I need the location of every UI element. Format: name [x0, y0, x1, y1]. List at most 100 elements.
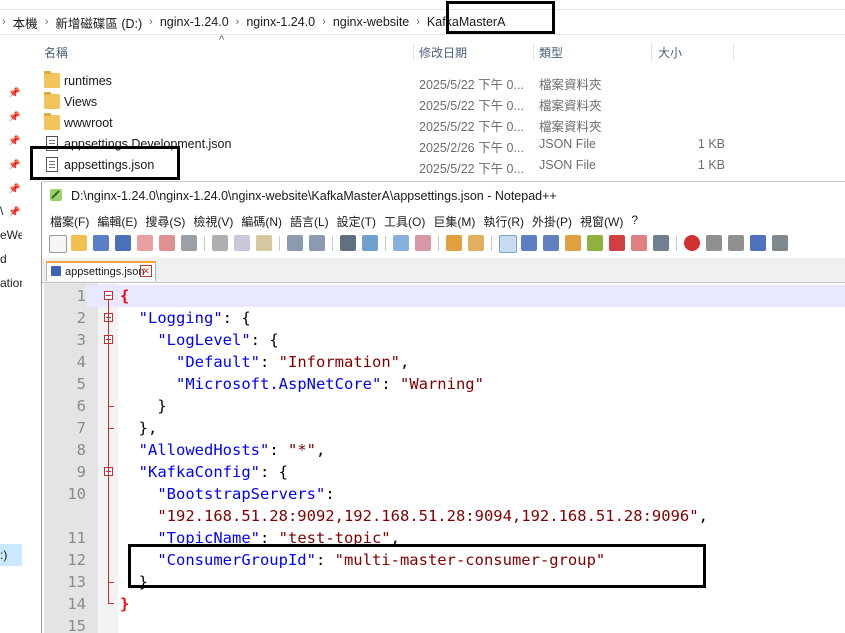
- show-all-chars-icon[interactable]: [521, 235, 537, 251]
- breadcrumb-this-pc[interactable]: 本機: [8, 13, 43, 32]
- menu-bar: 檔案(F) 編輯(E) 搜尋(S) 檢視(V) 編碼(N) 語言(L) 設定(T…: [42, 210, 845, 231]
- menu-encoding[interactable]: 編碼(N): [233, 210, 282, 231]
- breadcrumb-kafkamastera[interactable]: KafkaMasterA: [422, 15, 511, 29]
- stop-macro-icon[interactable]: [706, 235, 722, 251]
- file-row[interactable]: runtimes 2025/5/22 下午 0... 檔案資料夾: [36, 71, 845, 92]
- monitoring-icon[interactable]: [653, 235, 669, 251]
- code-line[interactable]: 2 "Logging": {: [44, 307, 845, 329]
- menu-help[interactable]: ?: [623, 210, 638, 231]
- menu-run[interactable]: 執行(R): [475, 210, 524, 231]
- play-macro-icon[interactable]: [728, 235, 744, 251]
- code-line[interactable]: 7 },: [44, 417, 845, 439]
- replace-icon[interactable]: [362, 235, 378, 251]
- menu-settings[interactable]: 設定(T): [329, 210, 376, 231]
- column-divider[interactable]: [413, 42, 414, 62]
- function-list-icon[interactable]: [609, 235, 625, 251]
- nav-item-fragment[interactable]: \: [0, 204, 22, 218]
- breadcrumb-nginx-2[interactable]: nginx-1.24.0: [241, 15, 320, 29]
- find-icon[interactable]: [340, 235, 356, 251]
- code-line[interactable]: 13 }: [44, 571, 845, 593]
- column-divider[interactable]: [651, 42, 652, 62]
- new-file-icon[interactable]: [49, 235, 67, 253]
- open-file-icon[interactable]: [71, 235, 87, 251]
- column-name[interactable]: 名稱: [44, 44, 68, 61]
- code-line[interactable]: 10 "BootstrapServers":: [44, 483, 845, 505]
- file-type: JSON File: [539, 158, 596, 172]
- folder-workspace-icon[interactable]: [631, 235, 647, 251]
- save-macro-icon[interactable]: [772, 235, 788, 251]
- record-macro-icon[interactable]: [684, 235, 700, 251]
- cut-icon[interactable]: [212, 235, 228, 251]
- udl-icon[interactable]: [565, 235, 581, 251]
- file-row[interactable]: Views 2025/5/22 下午 0... 檔案資料夾: [36, 92, 845, 113]
- sync-vertical-icon[interactable]: [446, 235, 462, 251]
- file-row[interactable]: wwwroot 2025/5/22 下午 0... 檔案資料夾: [36, 113, 845, 134]
- sync-horizontal-icon[interactable]: [468, 235, 484, 251]
- close-all-icon[interactable]: [159, 235, 175, 251]
- breadcrumb-drive-d[interactable]: 新增磁碟區 (D:): [50, 13, 147, 32]
- menu-view[interactable]: 檢視(V): [185, 210, 233, 231]
- code-line[interactable]: 6 }: [44, 395, 845, 417]
- toolbar-separator: [491, 236, 492, 251]
- undo-icon[interactable]: [287, 235, 303, 251]
- copy-icon[interactable]: [234, 235, 250, 251]
- line-number: 1: [44, 285, 86, 307]
- doc-map-icon[interactable]: [587, 235, 603, 251]
- tab-appsettings-json[interactable]: appsettings.json ✕: [46, 261, 156, 281]
- column-divider[interactable]: [733, 42, 734, 62]
- line-number: [44, 505, 86, 527]
- breadcrumb-nginx-website[interactable]: nginx-website: [328, 15, 414, 29]
- notepadpp-window[interactable]: D:\nginx-1.24.0\nginx-1.24.0\nginx-websi…: [42, 182, 845, 633]
- save-icon[interactable]: [93, 235, 109, 251]
- code-line[interactable]: 11 "TopicName": "test-topic",: [44, 527, 845, 549]
- window-title-bar[interactable]: D:\nginx-1.24.0\nginx-1.24.0\nginx-websi…: [42, 182, 845, 209]
- column-date[interactable]: 修改日期: [419, 44, 467, 61]
- code-line[interactable]: 5 "Microsoft.AspNetCore": "Warning": [44, 373, 845, 395]
- file-row-appsettings[interactable]: appsettings.json 2025/5/22 下午 0... JSON …: [36, 155, 845, 176]
- code-line-wrapped[interactable]: "192.168.51.28:9092,192.168.51.28:9094,1…: [44, 505, 845, 527]
- code-line[interactable]: 12 "ConsumerGroupId": "multi-master-cons…: [44, 549, 845, 571]
- nav-item-fragment[interactable]: eWe: [0, 228, 22, 242]
- chevron-right-icon: ›: [44, 16, 49, 28]
- nav-item-fragment[interactable]: ation: [0, 276, 22, 290]
- breadcrumb-nginx-1[interactable]: nginx-1.24.0: [155, 15, 234, 29]
- menu-tools[interactable]: 工具(O): [376, 210, 425, 231]
- column-size[interactable]: 大小: [658, 44, 682, 61]
- nav-item-selected[interactable]: :): [0, 544, 22, 566]
- code-line[interactable]: 15: [44, 615, 845, 633]
- menu-window[interactable]: 視窗(W): [572, 210, 623, 231]
- address-bar[interactable]: › 本機 › 新增磁碟區 (D:) › nginx-1.24.0 › nginx…: [0, 9, 845, 35]
- code-line[interactable]: 4 "Default": "Information",: [44, 351, 845, 373]
- menu-edit[interactable]: 編輯(E): [89, 210, 137, 231]
- fold-guide: [108, 582, 114, 583]
- menu-macro[interactable]: 巨集(M): [425, 210, 475, 231]
- nav-item-fragment[interactable]: d: [0, 252, 22, 266]
- menu-search[interactable]: 搜尋(S): [137, 210, 185, 231]
- column-type[interactable]: 類型: [539, 44, 563, 61]
- zoom-out-icon[interactable]: [415, 235, 431, 251]
- print-icon[interactable]: [181, 235, 197, 251]
- save-all-icon[interactable]: [115, 235, 131, 251]
- file-row[interactable]: appsettings.Development.json 2025/2/26 下…: [36, 134, 845, 155]
- code-line[interactable]: 1 {: [44, 285, 845, 307]
- code-line[interactable]: 14 }: [44, 593, 845, 615]
- indent-guide-icon[interactable]: [543, 235, 559, 251]
- code-line[interactable]: 8 "AllowedHosts": "*",: [44, 439, 845, 461]
- redo-icon[interactable]: [309, 235, 325, 251]
- word-wrap-icon[interactable]: [499, 235, 517, 253]
- menu-plugins[interactable]: 外掛(P): [524, 210, 572, 231]
- fold-guide: [108, 406, 114, 407]
- menu-file[interactable]: 檔案(F): [42, 210, 89, 231]
- column-divider[interactable]: [533, 42, 534, 62]
- run-macro-multiple-icon[interactable]: [750, 235, 766, 251]
- fold-toggle-icon[interactable]: [104, 291, 113, 300]
- close-tab-icon[interactable]: ✕: [140, 265, 152, 277]
- navigation-pane[interactable]: 📌 📌 📌 📌 📌 📌 \ eWe d ation :): [0, 36, 28, 633]
- menu-language[interactable]: 語言(L): [282, 210, 329, 231]
- code-line[interactable]: 3 "LogLevel": {: [44, 329, 845, 351]
- code-line[interactable]: 9 "KafkaConfig": {: [44, 461, 845, 483]
- code-editor[interactable]: 1 { 2 "Logging": { 3 "LogLevel": { 4 "De…: [44, 283, 845, 633]
- paste-icon[interactable]: [256, 235, 272, 251]
- zoom-in-icon[interactable]: [393, 235, 409, 251]
- close-icon[interactable]: [137, 235, 153, 251]
